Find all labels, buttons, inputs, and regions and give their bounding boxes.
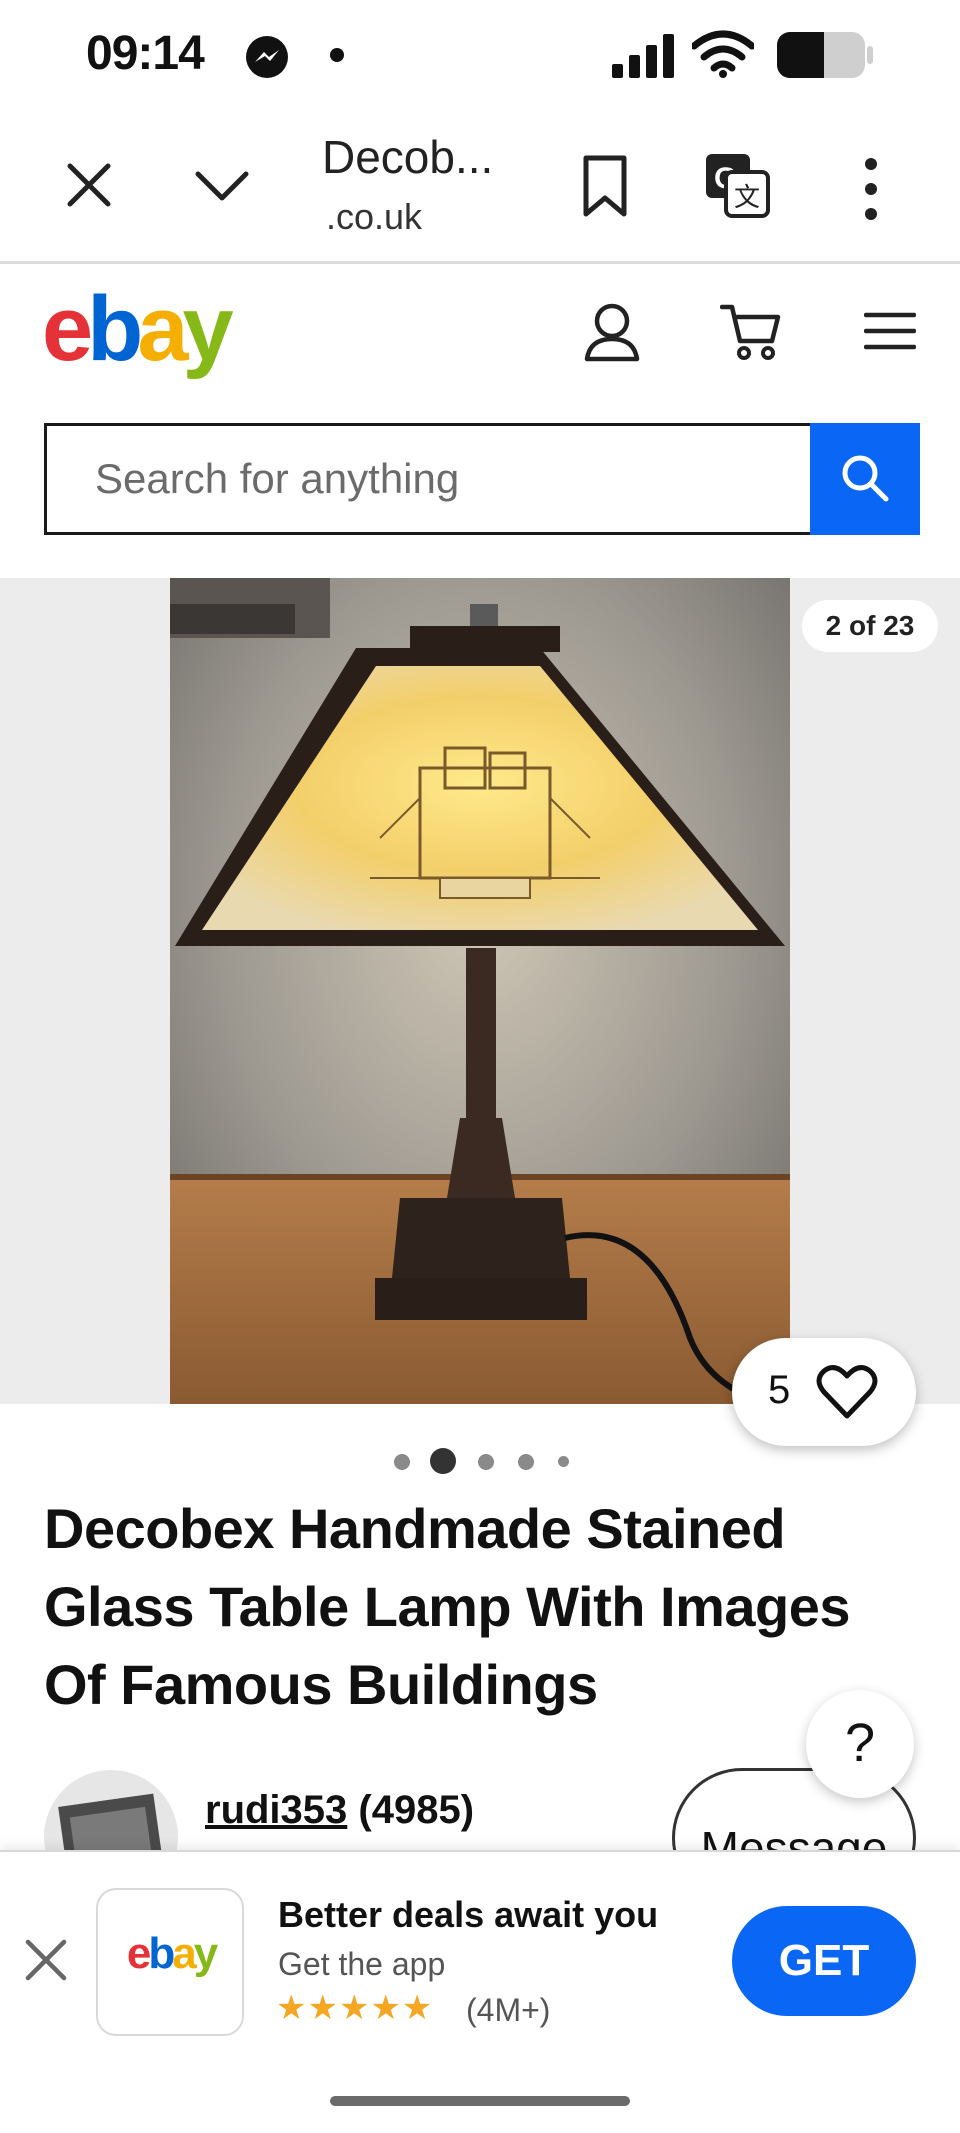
- logo-letter-a: a: [137, 278, 188, 380]
- browser-page-title[interactable]: Decob...: [322, 130, 493, 184]
- logo-letter-b: b: [148, 1929, 175, 1978]
- messenger-icon: [246, 36, 288, 78]
- logo-letter-b: b: [87, 278, 143, 380]
- close-icon[interactable]: [64, 160, 114, 210]
- search-bar: [44, 423, 920, 535]
- svg-text:文: 文: [734, 183, 760, 213]
- status-bar: 09:14: [0, 0, 960, 108]
- wifi-icon: [692, 30, 754, 78]
- seller-username[interactable]: rudi353: [205, 1788, 347, 1832]
- pager-dot[interactable]: [558, 1456, 569, 1467]
- help-button[interactable]: ?: [806, 1690, 914, 1798]
- item-title: Decobex Handmade Stained Glass Table Lam…: [44, 1497, 851, 1716]
- translate-icon[interactable]: G 文: [704, 152, 770, 218]
- gallery-pagination[interactable]: [392, 1448, 572, 1474]
- product-image[interactable]: [170, 578, 790, 1404]
- logo-letter-y: y: [193, 1929, 219, 1978]
- get-app-button[interactable]: GET: [732, 1906, 916, 2016]
- image-gallery[interactable]: 2 of 23 5: [0, 578, 960, 1446]
- banner-headline: Better deals await you: [278, 1894, 659, 1935]
- logo-letter-e: e: [42, 278, 93, 380]
- menu-icon[interactable]: [864, 311, 916, 351]
- browser-toolbar: Decob... .co.uk G 文: [0, 108, 960, 264]
- bookmark-icon[interactable]: [580, 154, 630, 218]
- seller-feedback: (4985): [358, 1788, 475, 1832]
- search-input[interactable]: [44, 423, 812, 535]
- banner-subline: Get the app: [278, 1946, 446, 1982]
- heart-icon: [816, 1364, 878, 1419]
- signal-icon: [612, 34, 674, 78]
- search-icon: [842, 455, 889, 502]
- battery-icon: [777, 32, 873, 78]
- image-counter: 2 of 23: [802, 600, 938, 652]
- search-button[interactable]: [810, 423, 920, 535]
- more-vertical-icon[interactable]: [858, 156, 884, 222]
- pager-dot[interactable]: [394, 1454, 410, 1470]
- cart-icon[interactable]: [720, 301, 782, 363]
- home-indicator[interactable]: [330, 2096, 630, 2106]
- ebay-logo[interactable]: ebay: [42, 283, 234, 375]
- status-time: 09:14: [86, 27, 205, 80]
- site-header: ebay: [0, 267, 960, 577]
- pager-dot[interactable]: [478, 1454, 494, 1470]
- home-indicator-area: [0, 2066, 960, 2133]
- browser-domain[interactable]: .co.uk: [326, 196, 422, 238]
- close-icon[interactable]: [22, 1936, 70, 1984]
- logo-letter-e: e: [126, 1929, 152, 1978]
- seller-info[interactable]: rudi353 (4985): [205, 1788, 474, 1833]
- rating-stars-icon: ★★★★★: [276, 1989, 434, 2027]
- rating-count: (4M+): [466, 1992, 551, 2028]
- ebay-app-logo: ebay: [98, 1932, 244, 1976]
- notification-dot-icon: [330, 48, 344, 62]
- logo-letter-a: a: [172, 1929, 197, 1978]
- app-icon[interactable]: ebay: [96, 1888, 244, 2036]
- question-icon: ?: [844, 1713, 876, 1773]
- user-icon[interactable]: [584, 301, 640, 363]
- logo-letter-y: y: [182, 278, 234, 380]
- pager-dot-active[interactable]: [430, 1448, 456, 1474]
- chevron-down-icon[interactable]: [194, 166, 250, 206]
- watch-count: 5: [768, 1368, 791, 1412]
- watch-button[interactable]: 5: [732, 1338, 916, 1446]
- app-download-banner: ebay Better deals await you Get the app …: [0, 1850, 960, 2066]
- pager-dot[interactable]: [518, 1454, 534, 1470]
